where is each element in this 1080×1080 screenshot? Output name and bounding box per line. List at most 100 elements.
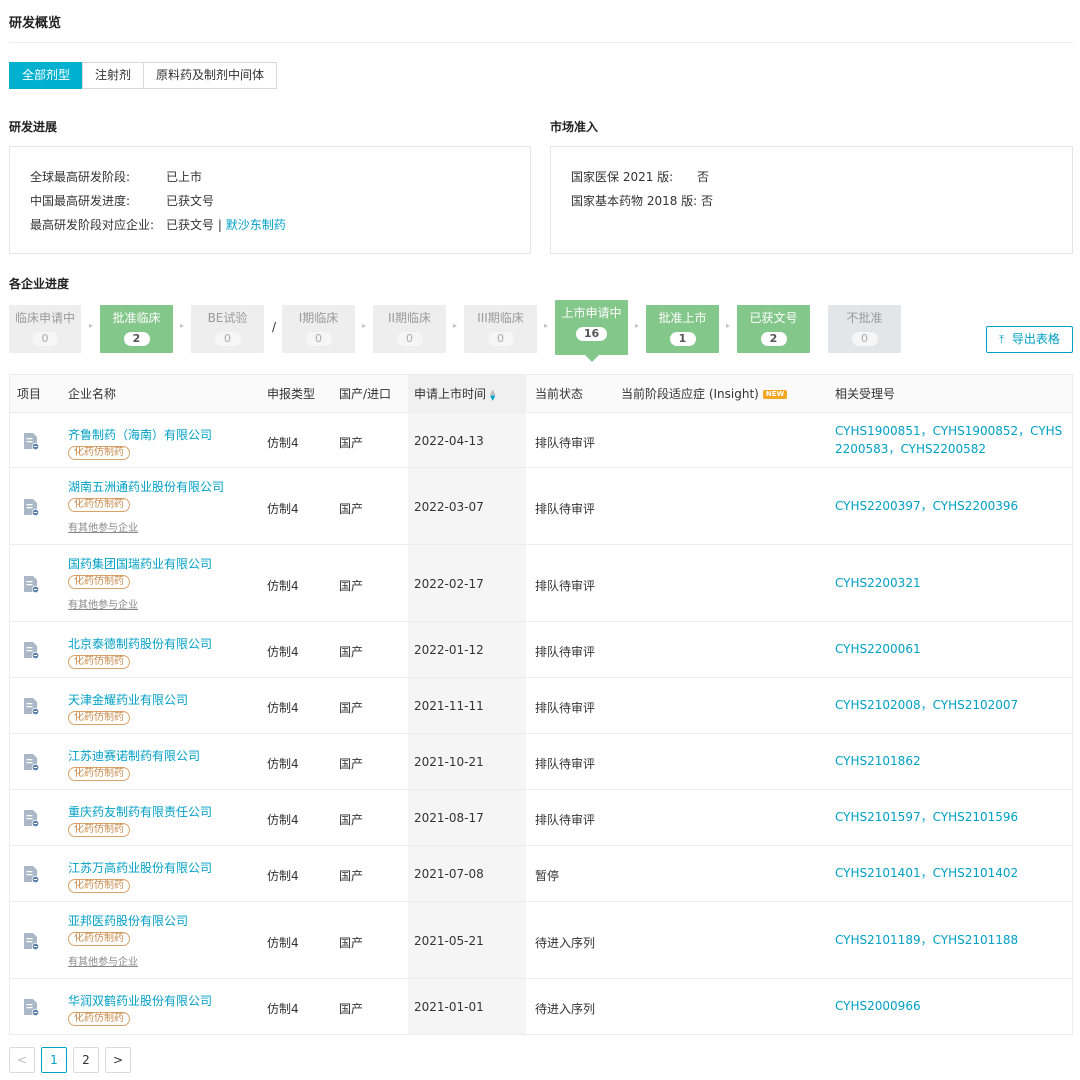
drug-category-tag: 化药仿制药 [68, 445, 130, 460]
application-date: 2022-01-12 [414, 643, 484, 657]
document-icon[interactable] [23, 865, 40, 884]
current-status: 排队待审评 [535, 701, 596, 715]
company-link[interactable]: 国药集团国瑞药业有限公司 [68, 555, 212, 572]
company-link[interactable]: 江苏万高药业股份有限公司 [68, 859, 212, 876]
company-link[interactable]: 江苏迪赛诺制药有限公司 [68, 747, 200, 764]
page-title: 研发概览 [9, 16, 62, 31]
document-icon[interactable] [23, 641, 40, 660]
document-icon[interactable] [23, 932, 40, 951]
active-pointer [584, 355, 599, 362]
acceptance-numbers[interactable]: CYHS2102008，CYHS2102007 [835, 696, 1067, 714]
stage-count-badge: 2 [760, 332, 787, 346]
stage-count-badge: 0 [305, 332, 332, 346]
filing-type: 仿制4 [267, 757, 299, 771]
application-date: 2022-04-13 [414, 434, 484, 448]
stage-label: 不批准 [846, 311, 883, 325]
document-icon[interactable] [23, 575, 40, 594]
current-status: 排队待审评 [535, 436, 596, 450]
stage-label: BE试验 [207, 311, 248, 325]
filing-type: 仿制4 [267, 579, 299, 593]
company-link[interactable]: 北京泰德制药股份有限公司 [68, 635, 212, 652]
company-link[interactable]: 湖南五洲通药业股份有限公司 [68, 478, 224, 495]
page-1-button[interactable]: 1 [41, 1047, 67, 1073]
pagination: < 1 2 > [9, 1047, 131, 1073]
stage-clinical-application[interactable]: 临床申请中 0 [9, 305, 81, 353]
acceptance-numbers[interactable]: CYHS2200397，CYHS2200396 [835, 497, 1067, 515]
company-link[interactable]: 天津金耀药业有限公司 [68, 691, 188, 708]
other-participants-link[interactable]: 有其他参与企业 [68, 953, 138, 968]
stage-rejected[interactable]: 不批准 0 [828, 305, 901, 353]
document-icon[interactable] [23, 498, 40, 517]
th-indication-label: 当前阶段适应症 (Insight) [621, 387, 759, 401]
tab-all-forms[interactable]: 全部剂型 [9, 62, 84, 89]
edl-row: 国家基本药物 2018 版: 否 [571, 192, 713, 209]
table-row: 江苏万高药业股份有限公司 化药仿制药 仿制4 国产 2021-07-08 暂停 CYHS21… [10, 846, 1072, 902]
market-access-title: 市场准入 [550, 120, 599, 134]
tab-api-intermediate[interactable]: 原料药及制剂中间体 [143, 62, 278, 89]
export-table-button[interactable]: ⤒ 导出表格 [986, 326, 1073, 353]
drug-category-tag: 化药仿制药 [68, 711, 130, 725]
th-accept: 相关受理号 [835, 387, 896, 401]
other-participants-link[interactable]: 有其他参与企业 [68, 596, 138, 611]
other-participants-link[interactable]: 有其他参与企业 [68, 519, 138, 534]
stage-approved-market[interactable]: 批准上市 1 [646, 305, 719, 353]
company-link[interactable]: 华润双鹤药业股份有限公司 [68, 992, 212, 1009]
filing-type: 仿制4 [267, 645, 299, 659]
stage-clinical-approved[interactable]: 批准临床 2 [100, 305, 173, 353]
acceptance-numbers[interactable]: CYHS2101189，CYHS2101188 [835, 931, 1067, 949]
china-stage-label: 中国最高研发进度: [30, 194, 131, 208]
page-2-button[interactable]: 2 [73, 1047, 99, 1073]
current-status: 待进入序列 [535, 936, 596, 950]
current-status: 排队待审评 [535, 645, 596, 659]
drug-category-tag: 化药仿制药 [68, 879, 130, 893]
acceptance-numbers[interactable]: CYHS2200061 [835, 640, 1067, 658]
acceptance-numbers[interactable]: CYHS2000966 [835, 997, 1067, 1015]
sort-icon: ▲ ▼ [490, 387, 496, 402]
edl-label: 国家基本药物 2018 版: [571, 194, 698, 208]
table-row: 北京泰德制药股份有限公司 化药仿制药 仿制4 国产 2022-01-12 排队待审评 CYH… [10, 622, 1072, 678]
stage-label: 上市申请中 [561, 306, 622, 320]
application-date: 2021-05-21 [414, 934, 484, 948]
stage-be-trial[interactable]: BE试验 0 [191, 305, 264, 353]
prev-page-button[interactable]: < [9, 1047, 35, 1073]
tab-injection[interactable]: 注射剂 [82, 62, 145, 89]
document-icon[interactable] [23, 809, 40, 828]
stage-count-badge: 0 [851, 332, 878, 346]
filing-type: 仿制4 [267, 436, 299, 450]
company-progress-table: 项目 企业名称 申报类型 国产/进口 申请上市时间 ▲ ▼ 当前状态 当前阶段适应症… [9, 374, 1073, 1035]
stage-label: 临床申请中 [14, 311, 75, 325]
acceptance-numbers[interactable]: CYHS2101597，CYHS2101596 [835, 808, 1067, 826]
th-company: 企业名称 [68, 387, 117, 401]
acceptance-numbers[interactable]: CYHS1900851，CYHS1900852，CYHS2200583，CYHS… [835, 422, 1067, 458]
document-icon[interactable] [23, 753, 40, 772]
application-date: 2021-08-17 [414, 811, 484, 825]
stage-phase-3[interactable]: III期临床 0 [464, 305, 537, 353]
company-link[interactable]: 齐鲁制药（海南）有限公司 [68, 426, 212, 443]
stage-phase-2[interactable]: II期临床 0 [373, 305, 446, 353]
chevron-right-icon: ▸ [726, 321, 731, 330]
next-page-button[interactable]: > [105, 1047, 131, 1073]
upload-icon: ⤒ [999, 333, 1005, 346]
company-link[interactable]: 重庆药友制药有限责任公司 [68, 803, 212, 820]
filing-type: 仿制4 [267, 869, 299, 883]
stage-license-granted[interactable]: 已获文号 2 [737, 305, 810, 353]
china-stage-value: 已获文号 [166, 194, 215, 208]
acceptance-numbers[interactable]: CYHS2101862 [835, 752, 1067, 770]
document-icon[interactable] [23, 432, 40, 451]
document-icon[interactable] [23, 697, 40, 716]
stage-nda-filed[interactable]: 上市申请中 16 [555, 300, 628, 362]
company-link[interactable]: 亚邦医药股份有限公司 [68, 912, 188, 929]
stage-phase-1[interactable]: I期临床 0 [282, 305, 355, 353]
table-row: 亚邦医药股份有限公司 化药仿制药 有其他参与企业 仿制4 国产 2021-05-21 待进入… [10, 902, 1072, 979]
document-icon[interactable] [23, 998, 40, 1017]
acceptance-numbers[interactable]: CYHS2101401，CYHS2101402 [835, 864, 1067, 882]
acceptance-numbers[interactable]: CYHS2200321 [835, 574, 1067, 592]
th-date-sortable[interactable]: 申请上市时间 ▲ ▼ [414, 375, 495, 413]
top-company-link[interactable]: 默沙东制药 [226, 218, 286, 232]
th-type: 申报类型 [267, 387, 316, 401]
nrdl-label: 国家医保 2021 版: [571, 170, 674, 184]
nrdl-row: 国家医保 2021 版: 否 [571, 168, 709, 185]
global-stage-row: 全球最高研发阶段: 已上市 [30, 168, 202, 185]
filing-type: 仿制4 [267, 1002, 299, 1016]
chevron-right-icon: ▸ [180, 321, 185, 330]
